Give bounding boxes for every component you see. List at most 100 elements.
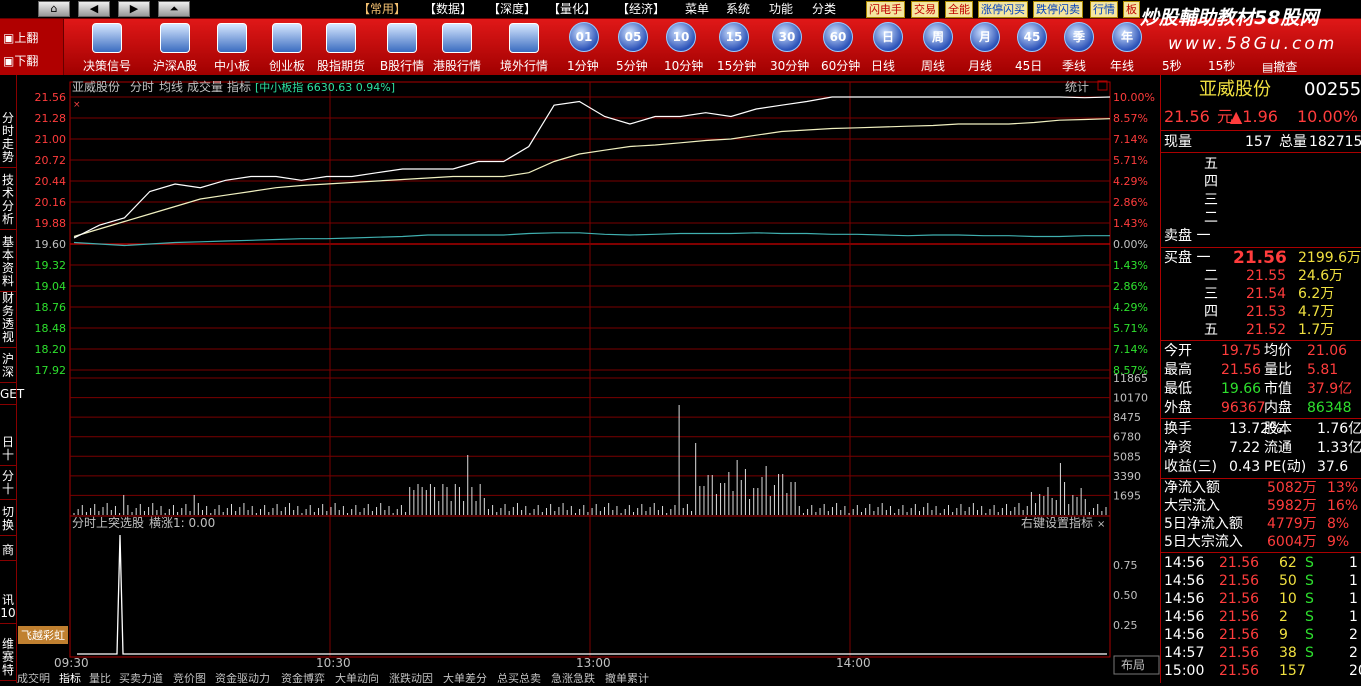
close-icon[interactable]: × xyxy=(1097,519,1105,530)
menu-tab[interactable]: 跌停闪卖 xyxy=(1033,1,1083,18)
tool-label: 沪深A股 xyxy=(152,59,198,73)
tool-button[interactable]: 创业板 xyxy=(260,19,314,75)
double-up-icon[interactable]: ⏶ xyxy=(158,1,190,17)
bottom-tab[interactable]: 大单动向 xyxy=(335,673,379,683)
menu-item[interactable]: 菜单 xyxy=(685,2,709,16)
bottom-tab[interactable]: 资金博弈 xyxy=(281,673,325,683)
stats-button[interactable]: 统计 xyxy=(1065,80,1089,94)
period-button[interactable]: 10分钟 xyxy=(664,57,703,74)
bottom-tab[interactable]: 买卖力道 xyxy=(119,673,163,683)
period-icon[interactable]: 60 xyxy=(823,22,853,52)
close-icon[interactable]: × xyxy=(73,100,81,110)
left-tab[interactable]: 技术分析 xyxy=(0,171,16,230)
left-tab[interactable]: GET xyxy=(0,385,24,405)
period-icon[interactable]: 15 xyxy=(719,22,749,52)
period-button[interactable]: 15秒 xyxy=(1208,57,1235,74)
bottom-tab[interactable]: 竞价图 xyxy=(173,673,206,683)
price-tick: 18.76 xyxy=(35,301,67,314)
tab-intraday[interactable]: 分时 xyxy=(130,80,154,94)
period-button[interactable]: 45日 xyxy=(1015,57,1042,74)
bottom-tab[interactable]: 总买总卖 xyxy=(497,673,541,683)
menu-item[interactable]: 【常用】 xyxy=(358,2,406,16)
tick-row: 14:56 21.56 9 S 2 xyxy=(1161,626,1361,644)
menu-item[interactable]: 【数据】 xyxy=(424,2,472,16)
intraday-chart[interactable]: 21.56 10.00% 21.28 8.57% 21.00 7.14% 20.72 5.71… xyxy=(17,75,1160,683)
tool-button[interactable]: 股指期货 xyxy=(314,19,368,75)
menu-item[interactable]: 【量化】 xyxy=(548,2,596,16)
period-icon[interactable]: 月 xyxy=(970,22,1000,52)
left-tab[interactable]: 维赛特 xyxy=(0,635,16,681)
market-icon xyxy=(387,23,417,53)
left-tab[interactable]: 沪深 xyxy=(0,350,16,383)
tool-button[interactable]: 沪深A股 xyxy=(148,19,202,75)
menu-tab[interactable]: 板 xyxy=(1123,1,1140,18)
period-icon[interactable]: 30 xyxy=(772,22,802,52)
menu-item[interactable]: 系统 xyxy=(726,2,750,16)
tab-indicator[interactable]: 指标 xyxy=(227,79,251,94)
period-button[interactable]: 5秒 xyxy=(1162,57,1182,74)
menu-tab[interactable]: 交易 xyxy=(911,1,939,18)
period-button[interactable]: 5分钟 xyxy=(616,57,648,74)
bottom-tab[interactable]: 资金驱动力 xyxy=(215,673,270,683)
period-button[interactable]: 30分钟 xyxy=(770,57,809,74)
menu-tab[interactable]: 闪电手 xyxy=(866,1,905,18)
bottom-tab[interactable]: 成交明 xyxy=(17,673,50,683)
bottom-tab[interactable]: 指标 xyxy=(59,673,81,683)
menu-tab[interactable]: 涨停闪买 xyxy=(978,1,1028,18)
menu-tab[interactable]: 全能 xyxy=(945,1,973,18)
price-tick: 19.88 xyxy=(35,217,67,230)
period-icon[interactable]: 年 xyxy=(1112,22,1142,52)
quote-text: 9% xyxy=(1327,534,1350,550)
bid-price: 21.52 xyxy=(1246,322,1287,338)
tool-button[interactable]: 港股行情 xyxy=(430,19,484,75)
period-icon[interactable]: 周 xyxy=(923,22,953,52)
menu-item[interactable]: 【深度】 xyxy=(488,2,536,16)
period-button[interactable]: 周线 xyxy=(921,57,945,74)
menu-tab[interactable]: 行情 xyxy=(1090,1,1118,18)
tool-button[interactable]: B股行情 xyxy=(375,19,429,75)
bottom-tab[interactable]: 急涨急跌 xyxy=(551,673,595,683)
left-tab[interactable]: 日十 xyxy=(0,433,16,466)
tool-button[interactable]: 中小板 xyxy=(205,19,259,75)
left-tab[interactable]: 分十 xyxy=(0,467,16,500)
forward-arrow-icon[interactable]: ▶ xyxy=(118,1,150,17)
period-button[interactable]: 15分钟 xyxy=(717,57,756,74)
period-icon[interactable]: 季 xyxy=(1064,22,1094,52)
period-icon[interactable]: 05 xyxy=(618,22,648,52)
indicator-settings[interactable]: 右键设置指标 xyxy=(1021,515,1093,530)
period-button[interactable]: 1分钟 xyxy=(567,57,599,74)
bottom-tab[interactable]: 撤单累计 xyxy=(605,673,649,683)
left-tab[interactable]: 分时走势 xyxy=(0,109,16,168)
period-icon[interactable]: 01 xyxy=(569,22,599,52)
left-tab[interactable]: 讯10 xyxy=(0,591,16,624)
period-button[interactable]: 60分钟 xyxy=(821,57,860,74)
bottom-tab[interactable]: 量比 xyxy=(89,673,111,683)
tab-avg-line[interactable]: 均线 xyxy=(159,80,183,94)
menu-item[interactable]: 分类 xyxy=(812,2,836,16)
withdraw-button[interactable]: ▤撤查 xyxy=(1262,58,1297,75)
period-button[interactable]: 季线 xyxy=(1062,57,1086,74)
menu-item[interactable]: 功能 xyxy=(769,2,793,16)
period-button[interactable]: 年线 xyxy=(1110,57,1134,74)
tool-button[interactable]: 决策信号 xyxy=(80,19,134,75)
left-tab[interactable]: 基本资料 xyxy=(0,233,16,292)
back-arrow-icon[interactable]: ◀ xyxy=(78,1,110,17)
home-icon[interactable]: ⌂ xyxy=(38,1,70,17)
menu-item[interactable]: 【经济】 xyxy=(617,2,665,16)
period-button[interactable]: 日线 xyxy=(871,57,895,74)
page-down-button[interactable]: ▣下翻 xyxy=(3,53,59,69)
bottom-tab[interactable]: 大单差分 xyxy=(443,673,487,683)
left-tab[interactable]: 商 xyxy=(0,541,16,561)
left-tab[interactable]: 切换 xyxy=(0,503,16,536)
period-icon[interactable]: 日 xyxy=(873,22,903,52)
tab-volume[interactable]: 成交量 xyxy=(187,79,223,94)
period-icon[interactable]: 10 xyxy=(666,22,696,52)
period-icon[interactable]: 45 xyxy=(1017,22,1047,52)
tool-button[interactable]: 境外行情 xyxy=(497,19,551,75)
bottom-tab[interactable]: 涨跌动因 xyxy=(389,673,433,683)
period-button[interactable]: 月线 xyxy=(968,57,992,74)
volume-row: 现量 157 总量 182715 xyxy=(1161,133,1361,151)
left-tab[interactable]: 财务透视 xyxy=(0,289,16,348)
page-up-button[interactable]: ▣上翻 xyxy=(3,30,59,46)
tick-count: 1 xyxy=(1349,555,1358,571)
